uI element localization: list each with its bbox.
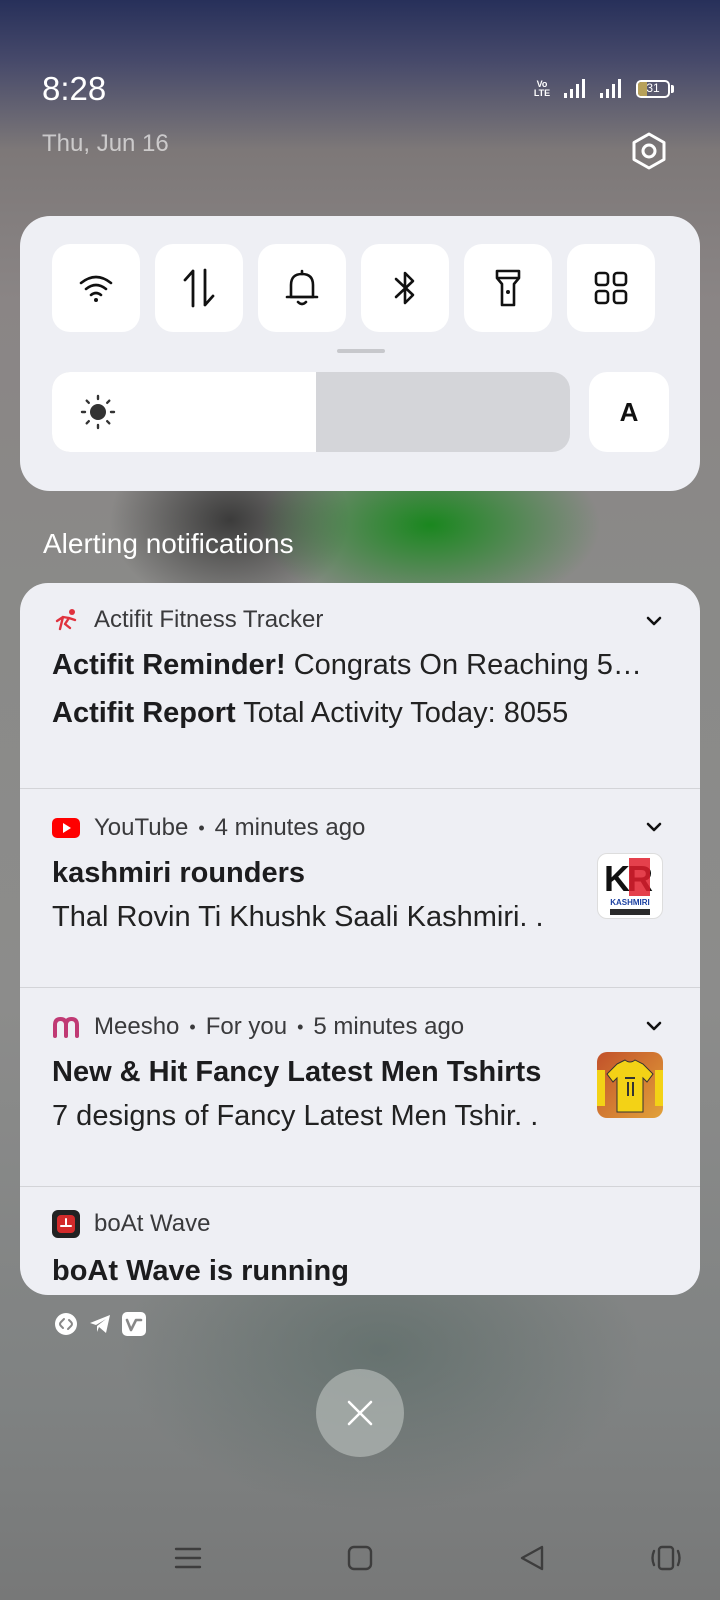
battery-icon: 31 [636,80,674,98]
panel-drag-handle[interactable] [337,349,385,353]
phone-vibrate-icon [651,1545,681,1571]
timestamp: 5 minutes ago [313,1013,465,1040]
notification-title: boAt Wave is running [52,1255,349,1287]
auto-brightness-button[interactable]: A [589,372,669,452]
volte-icon: Vo LTE [533,79,551,98]
status-icons: Vo LTE 31 [530,78,674,100]
meesho-icon [52,1013,80,1041]
date: Thu, Jun 16 [42,130,169,157]
chevron-down-icon[interactable] [640,607,668,635]
signal-icon [564,79,585,98]
menu-icon [174,1547,202,1569]
flashlight-icon [495,269,521,307]
telegram-icon [90,1315,110,1333]
runner-icon [52,606,80,634]
sun-icon [80,394,116,430]
settings-button[interactable] [630,132,668,170]
youtube-icon [52,814,80,842]
video-thumbnail: KR KASHMIRI [597,853,663,919]
separator-dot: • [198,817,205,838]
flashlight-toggle[interactable] [464,244,552,332]
app-name: boAt Wave [94,1210,211,1237]
mobile-data-toggle[interactable] [155,244,243,332]
boat-wave-icon [52,1210,80,1238]
recent-apps-button[interactable] [168,1538,208,1578]
chevron-down-icon[interactable] [640,813,668,841]
wifi-toggle[interactable] [52,244,140,332]
app-name: YouTube [94,814,189,841]
back-button[interactable] [512,1538,552,1578]
notification-meesho[interactable]: Meesho • For you • 5 minutes ago New & H… [20,988,700,1186]
brightness-slider[interactable] [52,372,570,452]
wifi-icon [79,275,113,302]
chevron-down-icon[interactable] [640,1012,668,1040]
quick-settings-panel: A [20,216,700,491]
signal-icon [600,79,621,98]
notification-panel: Actifit Fitness Tracker Actifit Reminder… [20,583,700,1295]
alerting-notifications-heading: Alerting notifications [43,528,294,559]
bell-icon [285,269,319,306]
notification-body: 7 designs of Fancy Latest Men Tshir. . [52,1100,539,1132]
product-thumbnail [597,1052,663,1118]
app-name: Actifit Fitness Tracker [94,606,324,633]
notification-title: New & Hit Fancy Latest Men Tshirts [52,1056,542,1088]
more-tiles-button[interactable] [567,244,655,332]
notification-boat-wave[interactable]: boAt Wave boAt Wave is running [20,1187,700,1295]
notification-line: Actifit Reminder! Congrats On Reaching 5… [52,649,642,681]
separator-dot: • [189,1016,196,1037]
close-icon [347,1400,373,1426]
notification-actifit[interactable]: Actifit Fitness Tracker Actifit Reminder… [20,583,700,788]
separator-dot: • [297,1016,304,1037]
square-icon [347,1545,373,1571]
notification-youtube[interactable]: YouTube • 4 minutes ago kashmiri rounder… [20,789,700,989]
grid-icon [594,271,628,305]
bluetooth-icon [394,271,415,305]
shazam-icon [55,1313,77,1335]
channel-name: For you [205,1013,288,1040]
notification-line: Actifit Report Total Activity Today: 805… [52,697,569,729]
notification-body: Thal Rovin Ti Khushk Saali Kashmiri. . [52,901,544,933]
bluetooth-toggle[interactable] [361,244,449,332]
home-button[interactable] [340,1538,380,1578]
navigation-bar [0,1520,720,1590]
data-transfer-icon [183,268,215,308]
sound-toggle[interactable] [258,244,346,332]
more-notification-icons[interactable] [54,1312,146,1336]
clear-all-button[interactable] [316,1369,404,1457]
timestamp: 4 minutes ago [214,814,366,841]
back-triangle-icon [520,1545,544,1571]
thumbnail-caption: KASHMIRI [610,898,650,907]
clock: 8:28 [42,70,107,107]
notification-title: kashmiri rounders [52,857,306,889]
gear-icon [632,132,666,170]
vimeo-icon [122,1312,146,1336]
app-name: Meesho [94,1013,180,1040]
assistant-button[interactable] [646,1538,686,1578]
